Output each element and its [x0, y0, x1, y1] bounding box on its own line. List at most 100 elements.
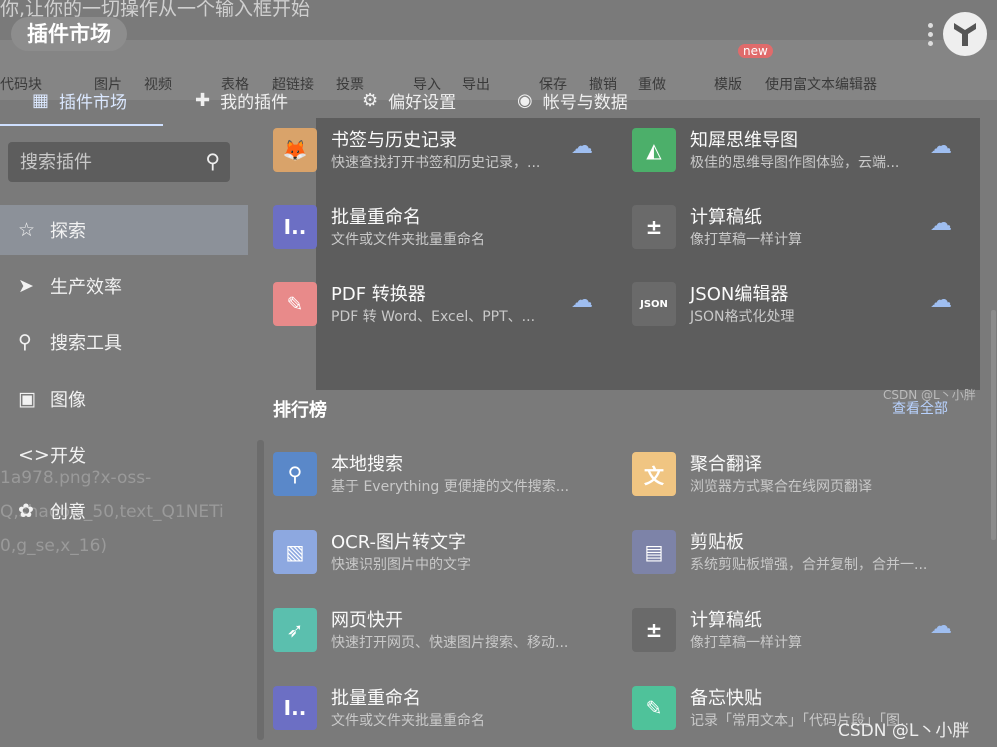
plugin-card[interactable]: ± 计算稿纸 像打草稿一样计算 ☁ [632, 197, 972, 259]
plugin-description: 浏览器方式聚合在线网页翻译 [690, 479, 872, 495]
sidebar-item-search-tools[interactable]: ⚲ 搜索工具 [0, 317, 248, 367]
palette-icon: ✿ [18, 500, 34, 522]
plugin-description: 基于 Everything 更便捷的文件搜索... [331, 479, 570, 495]
plugin-title: 知犀思维导图 [690, 130, 798, 151]
plugin-title: 书签与历史记录 [331, 130, 457, 151]
puzzle-icon: ✚ [195, 89, 211, 111]
plugin-description: 快速识别图片中的文字 [331, 557, 471, 573]
rhino-icon: ◭ [632, 128, 676, 172]
search-icon: ⚲ [273, 452, 317, 496]
plugin-title: PDF 转换器 [331, 284, 426, 305]
sidebar-item-label: 生产效率 [50, 277, 122, 298]
plugin-description: JSON格式化处理 [690, 309, 795, 325]
clipboard-icon: ▤ [632, 530, 676, 574]
active-tab-indicator [0, 124, 163, 126]
sidebar-item-label: 创意 [50, 502, 86, 523]
cloud-download-icon[interactable]: ☁ [930, 134, 952, 159]
view-all-link[interactable]: 查看全部 [892, 398, 948, 418]
app-logo-icon[interactable] [943, 12, 987, 56]
sidebar-scrollbar[interactable] [257, 440, 264, 740]
tab-label: 帐号与数据 [542, 92, 628, 113]
csdn-watermark: CSDN @L丶小胖 [838, 721, 970, 741]
category-sidebar: ⚲ ☆ 探索 ➤ 生产效率 ⚲ 搜索工具 ▣ 图像 <> 开发 ✿ 创意 [0, 130, 250, 747]
gear-icon: ⚙ [362, 89, 379, 111]
plugin-title: 网页快开 [331, 610, 403, 631]
send-icon: ➤ [18, 275, 34, 297]
tab-account-data[interactable]: ◉ 帐号与数据 [517, 80, 628, 120]
tab-plugin-market[interactable]: ▦ 插件市场 [32, 80, 127, 120]
tab-preferences[interactable]: ⚙ 偏好设置 [362, 80, 456, 120]
rename-icon: I.. [273, 205, 317, 249]
plugin-description: PDF 转 Word、Excel、PPT、... [331, 309, 536, 325]
cloud-download-icon[interactable]: ☁ [930, 211, 952, 236]
calc-icon: ± [632, 608, 676, 652]
plugin-card[interactable]: ⚲ 本地搜索基于 Everything 更便捷的文件搜索... [273, 444, 613, 506]
cloud-download-icon[interactable]: ☁ [571, 288, 593, 313]
plugin-card[interactable]: 🦊 书签与历史记录 快速查找打开书签和历史记录，... ☁ [273, 120, 613, 182]
cloud-download-icon[interactable]: ☁ [571, 134, 593, 159]
tab-label: 插件市场 [59, 92, 128, 113]
plugin-card[interactable]: I.. 批量重命名文件或文件夹批量重命名 [273, 197, 613, 259]
plugin-title: 剪贴板 [690, 532, 744, 553]
plugin-title: 计算稿纸 [690, 207, 762, 228]
plugin-card[interactable]: ✎ PDF 转换器 PDF 转 Word、Excel、PPT、... ☁ [273, 274, 613, 336]
tab-my-plugins[interactable]: ✚ 我的插件 [195, 80, 288, 120]
plugin-card[interactable]: ▧ OCR-图片转文字 快速识别图片中的文字 [273, 522, 613, 584]
sidebar-item-label: 开发 [50, 446, 86, 467]
sidebar-item-image[interactable]: ▣ 图像 [0, 374, 248, 424]
memo-icon: ✎ [632, 686, 676, 730]
code-icon: <> [18, 444, 50, 466]
tab-label: 我的插件 [220, 92, 289, 113]
plugin-description: 像打草稿一样计算 [690, 635, 802, 651]
plugin-title: 批量重命名 [331, 688, 421, 709]
sidebar-item-label: 探索 [50, 221, 86, 242]
plugin-description: 文件或文件夹批量重命名 [331, 713, 485, 729]
plugin-description: 极佳的思维导图作图体验，云端... [690, 155, 900, 171]
grid-icon: ▦ [32, 89, 50, 111]
plugin-description: 文件或文件夹批量重命名 [331, 232, 485, 248]
plugin-title: 计算稿纸 [690, 610, 762, 631]
ranking-title: 排行榜 [273, 400, 327, 421]
tab-label: 偏好设置 [388, 92, 457, 113]
plugin-card[interactable]: ➶ 网页快开 快速打开网页、快速图片搜索、移动... [273, 600, 613, 662]
plugin-card[interactable]: ◭ 知犀思维导图极佳的思维导图作图体验，云端... ☁ [632, 120, 972, 182]
plugin-description: 像打草稿一样计算 [690, 232, 802, 248]
new-badge: new [738, 44, 773, 58]
image-icon: ▣ [18, 388, 36, 410]
plugin-search: ⚲ [8, 142, 230, 182]
plugin-title: JSON编辑器 [690, 284, 789, 305]
plugin-title: 聚合翻译 [690, 454, 762, 475]
user-icon: ◉ [517, 89, 533, 111]
plugin-card[interactable]: JSON JSON编辑器 JSON格式化处理 ☁ [632, 274, 972, 336]
plugin-title: 批量重命名 [331, 207, 421, 228]
plugin-description: 系统剪贴板增强，合并复制，合并一... [690, 557, 928, 573]
search-icon: ⚲ [18, 331, 32, 353]
rename-icon: I.. [273, 686, 317, 730]
sidebar-item-label: 搜索工具 [50, 333, 122, 354]
sidebar-item-label: 图像 [50, 390, 86, 411]
plugin-title: OCR-图片转文字 [331, 532, 467, 553]
plugin-title: 本地搜索 [331, 454, 403, 475]
star-icon: ☆ [18, 219, 36, 241]
plugin-search-input[interactable] [8, 150, 202, 174]
plugin-card[interactable]: ▤ 剪贴板系统剪贴板增强，合并复制，合并一... [632, 522, 972, 584]
window-title: 插件市场 [11, 17, 127, 51]
cloud-download-icon[interactable]: ☁ [930, 614, 952, 639]
sidebar-item-develop[interactable]: <> 开发 [0, 430, 248, 480]
translate-icon: 文 [632, 452, 676, 496]
fox-icon: 🦊 [273, 128, 317, 172]
cloud-download-icon[interactable]: ☁ [930, 288, 952, 313]
plugin-card[interactable]: ± 计算稿纸像打草稿一样计算 ☁ [632, 600, 972, 662]
more-menu-icon[interactable] [928, 20, 934, 50]
sidebar-item-productivity[interactable]: ➤ 生产效率 [0, 261, 248, 311]
sidebar-item-explore[interactable]: ☆ 探索 [0, 205, 248, 255]
plugin-title: 备忘快贴 [690, 688, 762, 709]
plugin-card[interactable]: 文聚合翻译浏览器方式聚合在线网页翻译 [632, 444, 972, 506]
content-scrollbar[interactable] [991, 310, 996, 540]
sidebar-item-creative[interactable]: ✿ 创意 [0, 486, 248, 536]
pdf-icon: ✎ [273, 282, 317, 326]
json-icon: JSON [632, 282, 676, 326]
rocket-icon: ➶ [273, 608, 317, 652]
plugin-card[interactable]: I.. 批量重命名文件或文件夹批量重命名 [273, 678, 613, 740]
search-icon[interactable]: ⚲ [205, 149, 220, 173]
